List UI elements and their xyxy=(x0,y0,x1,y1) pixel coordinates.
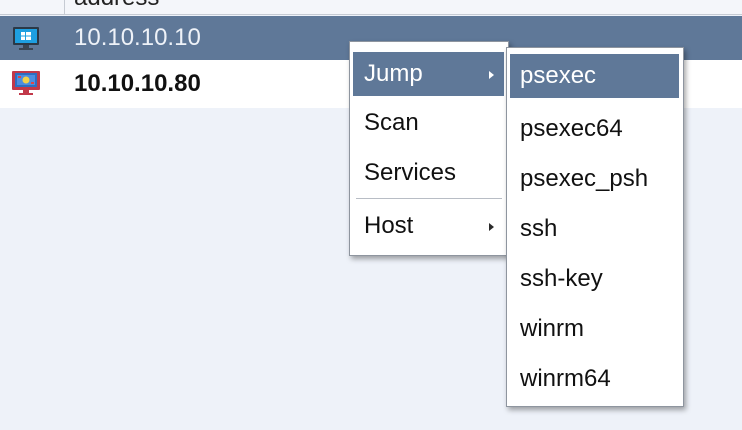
target-ip: 10.10.10.80 xyxy=(74,70,201,97)
submenu-item-label: ssh-key xyxy=(520,265,603,292)
menu-separator xyxy=(356,198,502,199)
submenu-item-label: winrm xyxy=(520,315,584,342)
submenu-item-ssh-key[interactable]: ssh-key xyxy=(510,257,679,301)
jump-submenu: psexec psexec64 psexec_psh ssh ssh-key w… xyxy=(506,47,684,407)
windows-monitor-icon xyxy=(12,26,40,52)
menu-item-label: Jump xyxy=(364,60,423,87)
icon-column-header[interactable] xyxy=(0,0,65,14)
target-ip: 10.10.10.10 xyxy=(74,24,201,51)
submenu-item-psexec64[interactable]: psexec64 xyxy=(510,107,679,151)
submenu-arrow-icon xyxy=(489,71,494,79)
address-column-header[interactable]: address xyxy=(74,0,159,12)
submenu-item-label: psexec_psh xyxy=(520,165,649,192)
submenu-item-label: psexec64 xyxy=(520,115,623,142)
submenu-item-winrm64[interactable]: winrm64 xyxy=(510,357,679,401)
submenu-item-label: psexec xyxy=(520,62,597,89)
menu-item-label: Scan xyxy=(364,109,419,136)
submenu-arrow-icon xyxy=(489,223,494,231)
submenu-item-psexec[interactable]: psexec xyxy=(510,54,679,98)
menu-item-jump[interactable]: Jump xyxy=(353,52,504,96)
targets-table-header: address xyxy=(0,0,742,15)
submenu-item-psexec-psh[interactable]: psexec_psh xyxy=(510,157,679,201)
compromised-windows-monitor-icon xyxy=(12,70,40,96)
menu-item-services[interactable]: Services xyxy=(353,151,504,195)
submenu-item-label: winrm64 xyxy=(520,365,611,392)
submenu-item-label: ssh xyxy=(520,215,558,242)
target-context-menu: Jump Scan Services Host xyxy=(349,41,509,256)
menu-item-scan[interactable]: Scan xyxy=(353,101,504,145)
menu-item-label: Host xyxy=(364,212,414,239)
submenu-item-ssh[interactable]: ssh xyxy=(510,207,679,251)
submenu-item-winrm[interactable]: winrm xyxy=(510,307,679,351)
menu-item-host[interactable]: Host xyxy=(353,204,504,248)
menu-item-label: Services xyxy=(364,159,457,186)
